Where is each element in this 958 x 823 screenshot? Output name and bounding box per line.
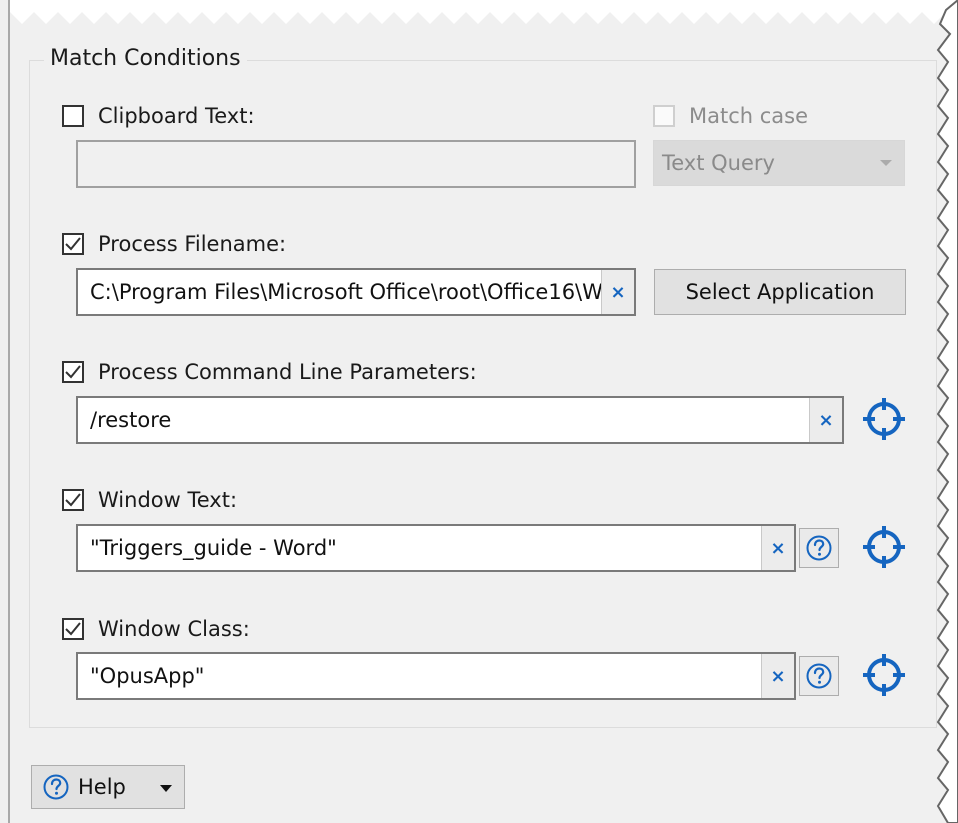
window-text-help-button[interactable]	[799, 528, 839, 568]
crosshair-target-icon[interactable]	[861, 524, 907, 570]
window-text-checkbox-row[interactable]: Window Text:	[62, 488, 237, 512]
chevron-down-icon	[160, 785, 172, 792]
window-class-value: "OpusApp"	[90, 664, 205, 688]
cmdline-clear-button[interactable]: ×	[809, 398, 842, 442]
cmdline-checkbox-row[interactable]: Process Command Line Parameters:	[62, 360, 477, 384]
chevron-down-icon	[880, 160, 892, 166]
query-type-select[interactable]: Text Query	[653, 140, 905, 186]
group-title: Match Conditions	[44, 46, 247, 71]
window-text-label: Window Text:	[98, 488, 238, 512]
crosshair-target-icon[interactable]	[861, 652, 907, 698]
help-dropdown-button[interactable]: Help	[31, 765, 185, 809]
cmdline-input[interactable]: /restore ×	[76, 396, 844, 444]
process-filename-checkbox[interactable]	[62, 233, 84, 255]
cmdline-value: /restore	[90, 408, 172, 432]
window-class-input[interactable]: "OpusApp" ×	[76, 652, 796, 700]
crosshair-target-icon[interactable]	[861, 396, 907, 442]
match-case-checkbox-row[interactable]: Match case	[653, 104, 808, 128]
window-class-help-button[interactable]	[799, 656, 839, 696]
cmdline-checkbox[interactable]	[62, 361, 84, 383]
window-class-checkbox-row[interactable]: Window Class:	[62, 617, 250, 641]
cmdline-label: Process Command Line Parameters:	[98, 360, 477, 384]
help-button-label: Help	[78, 775, 126, 799]
checkmark-icon	[65, 365, 81, 379]
match-case-checkbox[interactable]	[653, 105, 675, 127]
process-filename-checkbox-row[interactable]: Process Filename:	[62, 232, 286, 256]
question-circle-icon	[43, 774, 69, 800]
question-circle-icon	[806, 663, 832, 689]
clipboard-text-input[interactable]	[76, 140, 636, 188]
clipboard-text-checkbox-row[interactable]: Clipboard Text:	[62, 104, 255, 128]
window-text-value: "Triggers_guide - Word"	[90, 536, 337, 560]
window-class-checkbox[interactable]	[62, 618, 84, 640]
process-filename-clear-button[interactable]: ×	[601, 270, 634, 314]
clipboard-text-label: Clipboard Text:	[98, 104, 255, 128]
process-filename-input[interactable]: C:\Program Files\Microsoft Office\root\O…	[76, 268, 636, 316]
process-filename-value: C:\Program Files\Microsoft Office\root\O…	[90, 280, 601, 304]
checkmark-icon	[65, 493, 81, 507]
window-class-label: Window Class:	[98, 617, 250, 641]
select-application-button[interactable]: Select Application	[654, 269, 906, 315]
checkmark-icon	[65, 237, 81, 251]
window-text-clear-button[interactable]: ×	[761, 526, 794, 570]
query-type-value: Text Query	[662, 151, 775, 175]
left-border	[8, 0, 10, 823]
question-circle-icon	[806, 535, 832, 561]
process-filename-label: Process Filename:	[98, 232, 287, 256]
window-text-checkbox[interactable]	[62, 489, 84, 511]
clipboard-text-checkbox[interactable]	[62, 105, 84, 127]
torn-edge-top	[10, 0, 958, 24]
match-case-label: Match case	[689, 104, 809, 128]
window-class-clear-button[interactable]: ×	[761, 654, 794, 698]
window-text-input[interactable]: "Triggers_guide - Word" ×	[76, 524, 796, 572]
checkmark-icon	[65, 622, 81, 636]
clipboard-text-value	[78, 142, 634, 186]
